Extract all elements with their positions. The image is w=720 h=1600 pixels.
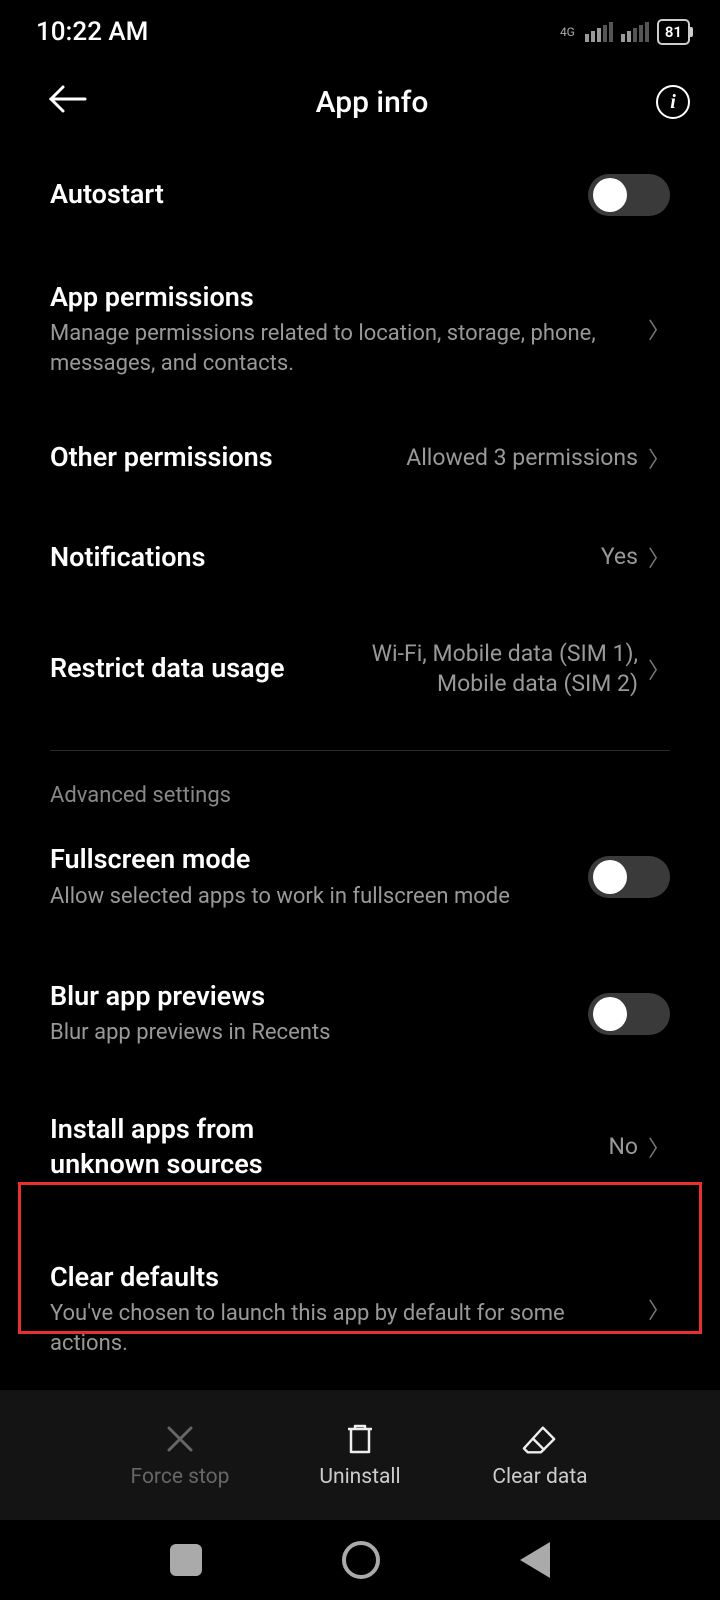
clear-data-button[interactable]: Clear data	[475, 1421, 605, 1489]
notifications-title: Notifications	[50, 540, 581, 575]
nav-back-button[interactable]	[520, 1542, 550, 1578]
highlight-annotation	[18, 1182, 702, 1334]
battery-level: 81	[665, 23, 682, 41]
battery-icon: 81	[657, 19, 690, 45]
network-type: 4G	[560, 25, 575, 39]
status-time: 10:22 AM	[36, 17, 148, 47]
restrict-data-title: Restrict data usage	[50, 651, 320, 686]
blur-previews-title: Blur app previews	[50, 979, 568, 1014]
navigation-bar	[0, 1520, 720, 1600]
autostart-title: Autostart	[50, 177, 568, 212]
row-autostart[interactable]: Autostart	[50, 150, 670, 240]
close-icon	[162, 1421, 198, 1457]
row-fullscreen[interactable]: Fullscreen mode Allow selected apps to w…	[50, 818, 670, 935]
bottom-action-bar: Force stop Uninstall Clear data	[0, 1390, 720, 1520]
chevron-right-icon: 〉	[648, 313, 670, 345]
other-permissions-value: Allowed 3 permissions	[406, 443, 638, 473]
back-button[interactable]	[48, 80, 88, 124]
row-app-permissions[interactable]: App permissions Manage permissions relat…	[50, 240, 670, 402]
trash-icon	[342, 1421, 378, 1457]
row-blur-previews[interactable]: Blur app previews Blur app previews in R…	[50, 935, 670, 1072]
uninstall-button[interactable]: Uninstall	[295, 1421, 425, 1489]
other-permissions-title: Other permissions	[50, 440, 386, 475]
page-title: App info	[88, 85, 656, 120]
blur-previews-toggle[interactable]	[588, 993, 670, 1035]
uninstall-label: Uninstall	[319, 1465, 400, 1489]
advanced-settings-header: Advanced settings	[50, 769, 670, 818]
fullscreen-title: Fullscreen mode	[50, 842, 568, 877]
nav-recents-button[interactable]	[170, 1544, 202, 1576]
signal-icon-2	[621, 22, 649, 42]
autostart-toggle[interactable]	[588, 174, 670, 216]
chevron-right-icon: 〉	[648, 541, 670, 573]
install-unknown-title: Install apps from unknown sources	[50, 1112, 370, 1182]
restrict-data-value: Wi-Fi, Mobile data (SIM 1), Mobile data …	[340, 639, 638, 699]
force-stop-label: Force stop	[131, 1465, 230, 1489]
fullscreen-subtitle: Allow selected apps to work in fullscree…	[50, 882, 568, 912]
notifications-value: Yes	[601, 542, 638, 572]
header: App info i	[0, 60, 720, 150]
divider	[50, 750, 670, 751]
status-bar: 10:22 AM 4G 81	[0, 0, 720, 60]
chevron-right-icon: 〉	[648, 442, 670, 474]
signal-icon	[585, 22, 613, 42]
status-right: 4G 81	[560, 19, 690, 45]
install-unknown-value: No	[608, 1132, 638, 1162]
row-restrict-data[interactable]: Restrict data usage Wi-Fi, Mobile data (…	[50, 599, 670, 723]
force-stop-button[interactable]: Force stop	[115, 1421, 245, 1489]
app-permissions-subtitle: Manage permissions related to location, …	[50, 319, 628, 378]
app-permissions-title: App permissions	[50, 280, 628, 315]
nav-home-button[interactable]	[342, 1541, 380, 1579]
blur-previews-subtitle: Blur app previews in Recents	[50, 1018, 568, 1048]
row-notifications[interactable]: Notifications Yes 〉	[50, 500, 670, 599]
clear-data-label: Clear data	[492, 1465, 587, 1489]
fullscreen-toggle[interactable]	[588, 856, 670, 898]
eraser-icon	[522, 1421, 558, 1457]
chevron-right-icon: 〉	[648, 1131, 670, 1163]
row-other-permissions[interactable]: Other permissions Allowed 3 permissions …	[50, 402, 670, 499]
chevron-right-icon: 〉	[648, 653, 670, 685]
info-icon[interactable]: i	[656, 85, 690, 119]
